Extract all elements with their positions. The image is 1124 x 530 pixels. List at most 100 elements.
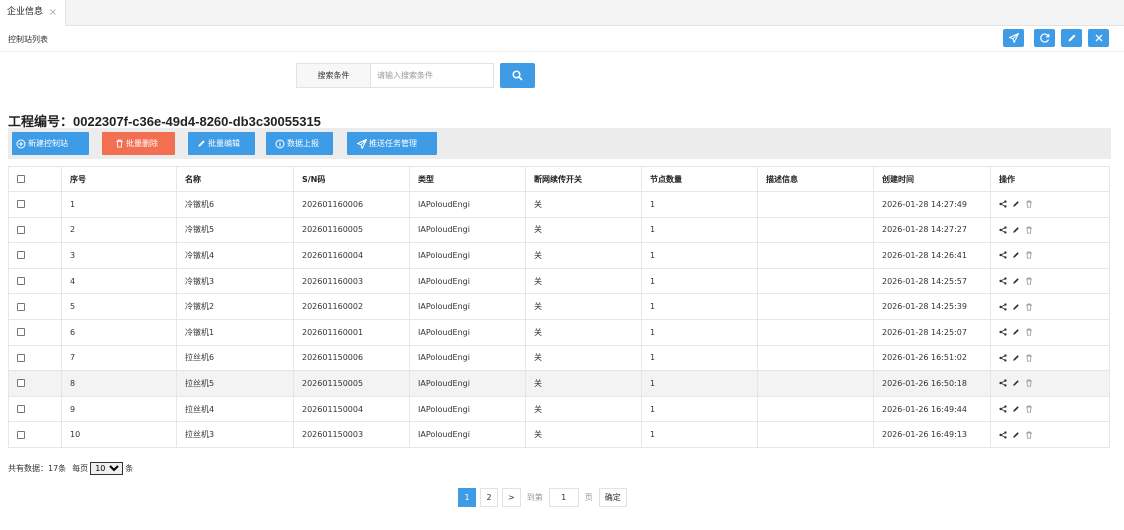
select-all-checkbox[interactable] [17,175,25,183]
row-checkbox[interactable] [17,225,25,234]
row-checkbox[interactable] [17,405,25,414]
cell-nodes: 1 [641,191,758,218]
cell-no: 7 [61,344,177,372]
row-checkbox[interactable] [17,277,25,286]
row-checkbox[interactable] [17,200,25,209]
table-row[interactable]: 6 冷镦机1 202601160001 IAPoloudEngi 关 1 2026-01-2… [8,318,1110,346]
new-station-button[interactable]: 新建控制站 [12,132,89,155]
close-button[interactable] [1088,29,1109,47]
pencil-icon[interactable] [1012,303,1020,311]
table-row[interactable]: 9 拉丝机4 202601150004 IAPoloudEngi 关 1 2026-01-2… [8,395,1110,423]
row-checkbox[interactable] [17,379,25,388]
refresh-button[interactable] [1034,29,1055,47]
trash-icon[interactable] [1025,200,1033,208]
pencil-icon[interactable] [1012,277,1020,285]
pencil-icon[interactable] [1012,354,1020,362]
pencil-icon[interactable] [1012,431,1020,439]
row-checkbox[interactable] [17,353,25,362]
next-page-button[interactable]: > [502,488,521,507]
pencil-icon [1068,34,1075,42]
table-row[interactable]: 5 冷镦机2 202601160002 IAPoloudEngi 关 1 2026-01-2… [8,293,1110,320]
cell-nodes: 1 [641,395,758,423]
trash-icon[interactable] [1025,277,1033,285]
share-icon[interactable] [999,328,1007,336]
column-header[interactable]: 序号 [61,166,177,192]
send-button[interactable] [1003,29,1024,47]
trash-icon[interactable] [1025,379,1033,388]
batch-delete-label: 批量删除 [126,139,158,148]
close-icon[interactable]: × [49,0,57,25]
trash-icon[interactable] [1025,431,1033,439]
page-button[interactable]: 1 [458,488,476,507]
trash-icon[interactable] [1025,354,1033,362]
subheader: 控制站列表 [0,27,1124,52]
column-header[interactable]: 名称 [176,166,294,192]
row-checkbox[interactable] [17,328,25,337]
table-row[interactable]: 3 冷镦机4 202601160004 IAPoloudEngi 关 1 2026-01-2… [8,242,1110,269]
pencil-icon[interactable] [1012,226,1020,234]
edit-button[interactable] [1061,29,1082,47]
share-icon[interactable] [999,303,1007,311]
trash-icon[interactable] [1025,303,1033,311]
row-select-cell [8,318,62,346]
column-header[interactable]: S/N码 [293,166,410,192]
share-icon[interactable] [999,354,1007,362]
cell-no: 3 [61,242,177,269]
column-header[interactable]: 类型 [409,166,526,192]
share-icon[interactable] [999,277,1007,285]
cell-resume: 关 [525,344,642,372]
push-tasks-label: 推送任务管理 [369,139,417,148]
send-icon [1008,33,1019,43]
share-icon[interactable] [999,251,1007,260]
table-row[interactable]: 7 拉丝机6 202601150006 IAPoloudEngi 关 1 2026-01-2… [8,344,1110,372]
pencil-icon[interactable] [1012,200,1020,208]
data-report-label: 数据上报 [287,139,319,148]
share-icon[interactable] [999,431,1007,439]
search-input[interactable] [371,64,493,87]
batch-edit-label: 批量编辑 [208,139,240,148]
share-icon[interactable] [999,200,1007,208]
column-header[interactable]: 描述信息 [757,166,874,192]
goto-page-input[interactable] [548,488,579,507]
cell-sn: 202601160005 [293,216,410,244]
row-checkbox[interactable] [17,430,25,439]
row-checkbox[interactable] [17,302,25,311]
page-button[interactable]: 2 [480,488,498,507]
cell-desc [757,216,874,244]
search-button[interactable] [500,63,535,88]
row-select-cell [8,370,62,397]
tab-company-info[interactable]: 企业信息 × [0,0,66,26]
share-icon[interactable] [999,379,1007,388]
station-table: 序号 名称 S/N码 类型 断网续传开关 节点数量 描述信息 创建时间 操作 1… [8,166,1110,448]
goto-prefix: 到第 [526,493,543,502]
table-row[interactable]: 8 拉丝机5 202601150005 IAPoloudEngi 关 1 2026-01-2… [8,370,1110,397]
pencil-icon[interactable] [1012,405,1020,413]
table-row[interactable]: 4 冷镦机3 202601160003 IAPoloudEngi 关 1 2026-01-2… [8,267,1110,295]
trash-icon[interactable] [1025,251,1033,260]
trash-icon[interactable] [1025,328,1033,336]
pencil-icon[interactable] [1012,328,1020,336]
cell-created: 2026-01-28 14:25:07 [873,318,991,346]
batch-delete-button[interactable]: 批量删除 [102,132,175,155]
batch-edit-button[interactable]: 批量编辑 [188,132,255,155]
table-row[interactable]: 1 冷镦机6 202601160006 IAPoloudEngi 关 1 2026-01-2… [8,191,1110,218]
column-header[interactable]: 节点数量 [641,166,758,192]
trash-icon[interactable] [1025,226,1033,234]
trash-icon[interactable] [1025,405,1033,413]
share-icon[interactable] [999,405,1007,413]
table-row[interactable]: 2 冷镦机5 202601160005 IAPoloudEngi 关 1 2026-01-2… [8,216,1110,244]
table-row[interactable]: 10 拉丝机3 202601150003 IAPoloudEngi 关 1 2026-01-… [8,421,1110,448]
plus-circle-icon [16,139,26,148]
column-header[interactable]: 创建时间 [873,166,991,192]
page-size-select[interactable]: 10 [90,462,124,475]
pencil-icon[interactable] [1012,251,1020,259]
column-header[interactable]: 断网续传开关 [525,166,642,192]
row-checkbox[interactable] [17,251,25,260]
per-page-suffix: 条 [125,464,134,473]
pencil-icon[interactable] [1012,379,1020,387]
share-icon[interactable] [999,226,1007,234]
confirm-button[interactable]: 确定 [598,488,627,507]
row-select-cell [8,344,62,372]
data-report-button[interactable]: 数据上报 [266,132,333,155]
push-tasks-button[interactable]: 推送任务管理 [347,132,437,155]
